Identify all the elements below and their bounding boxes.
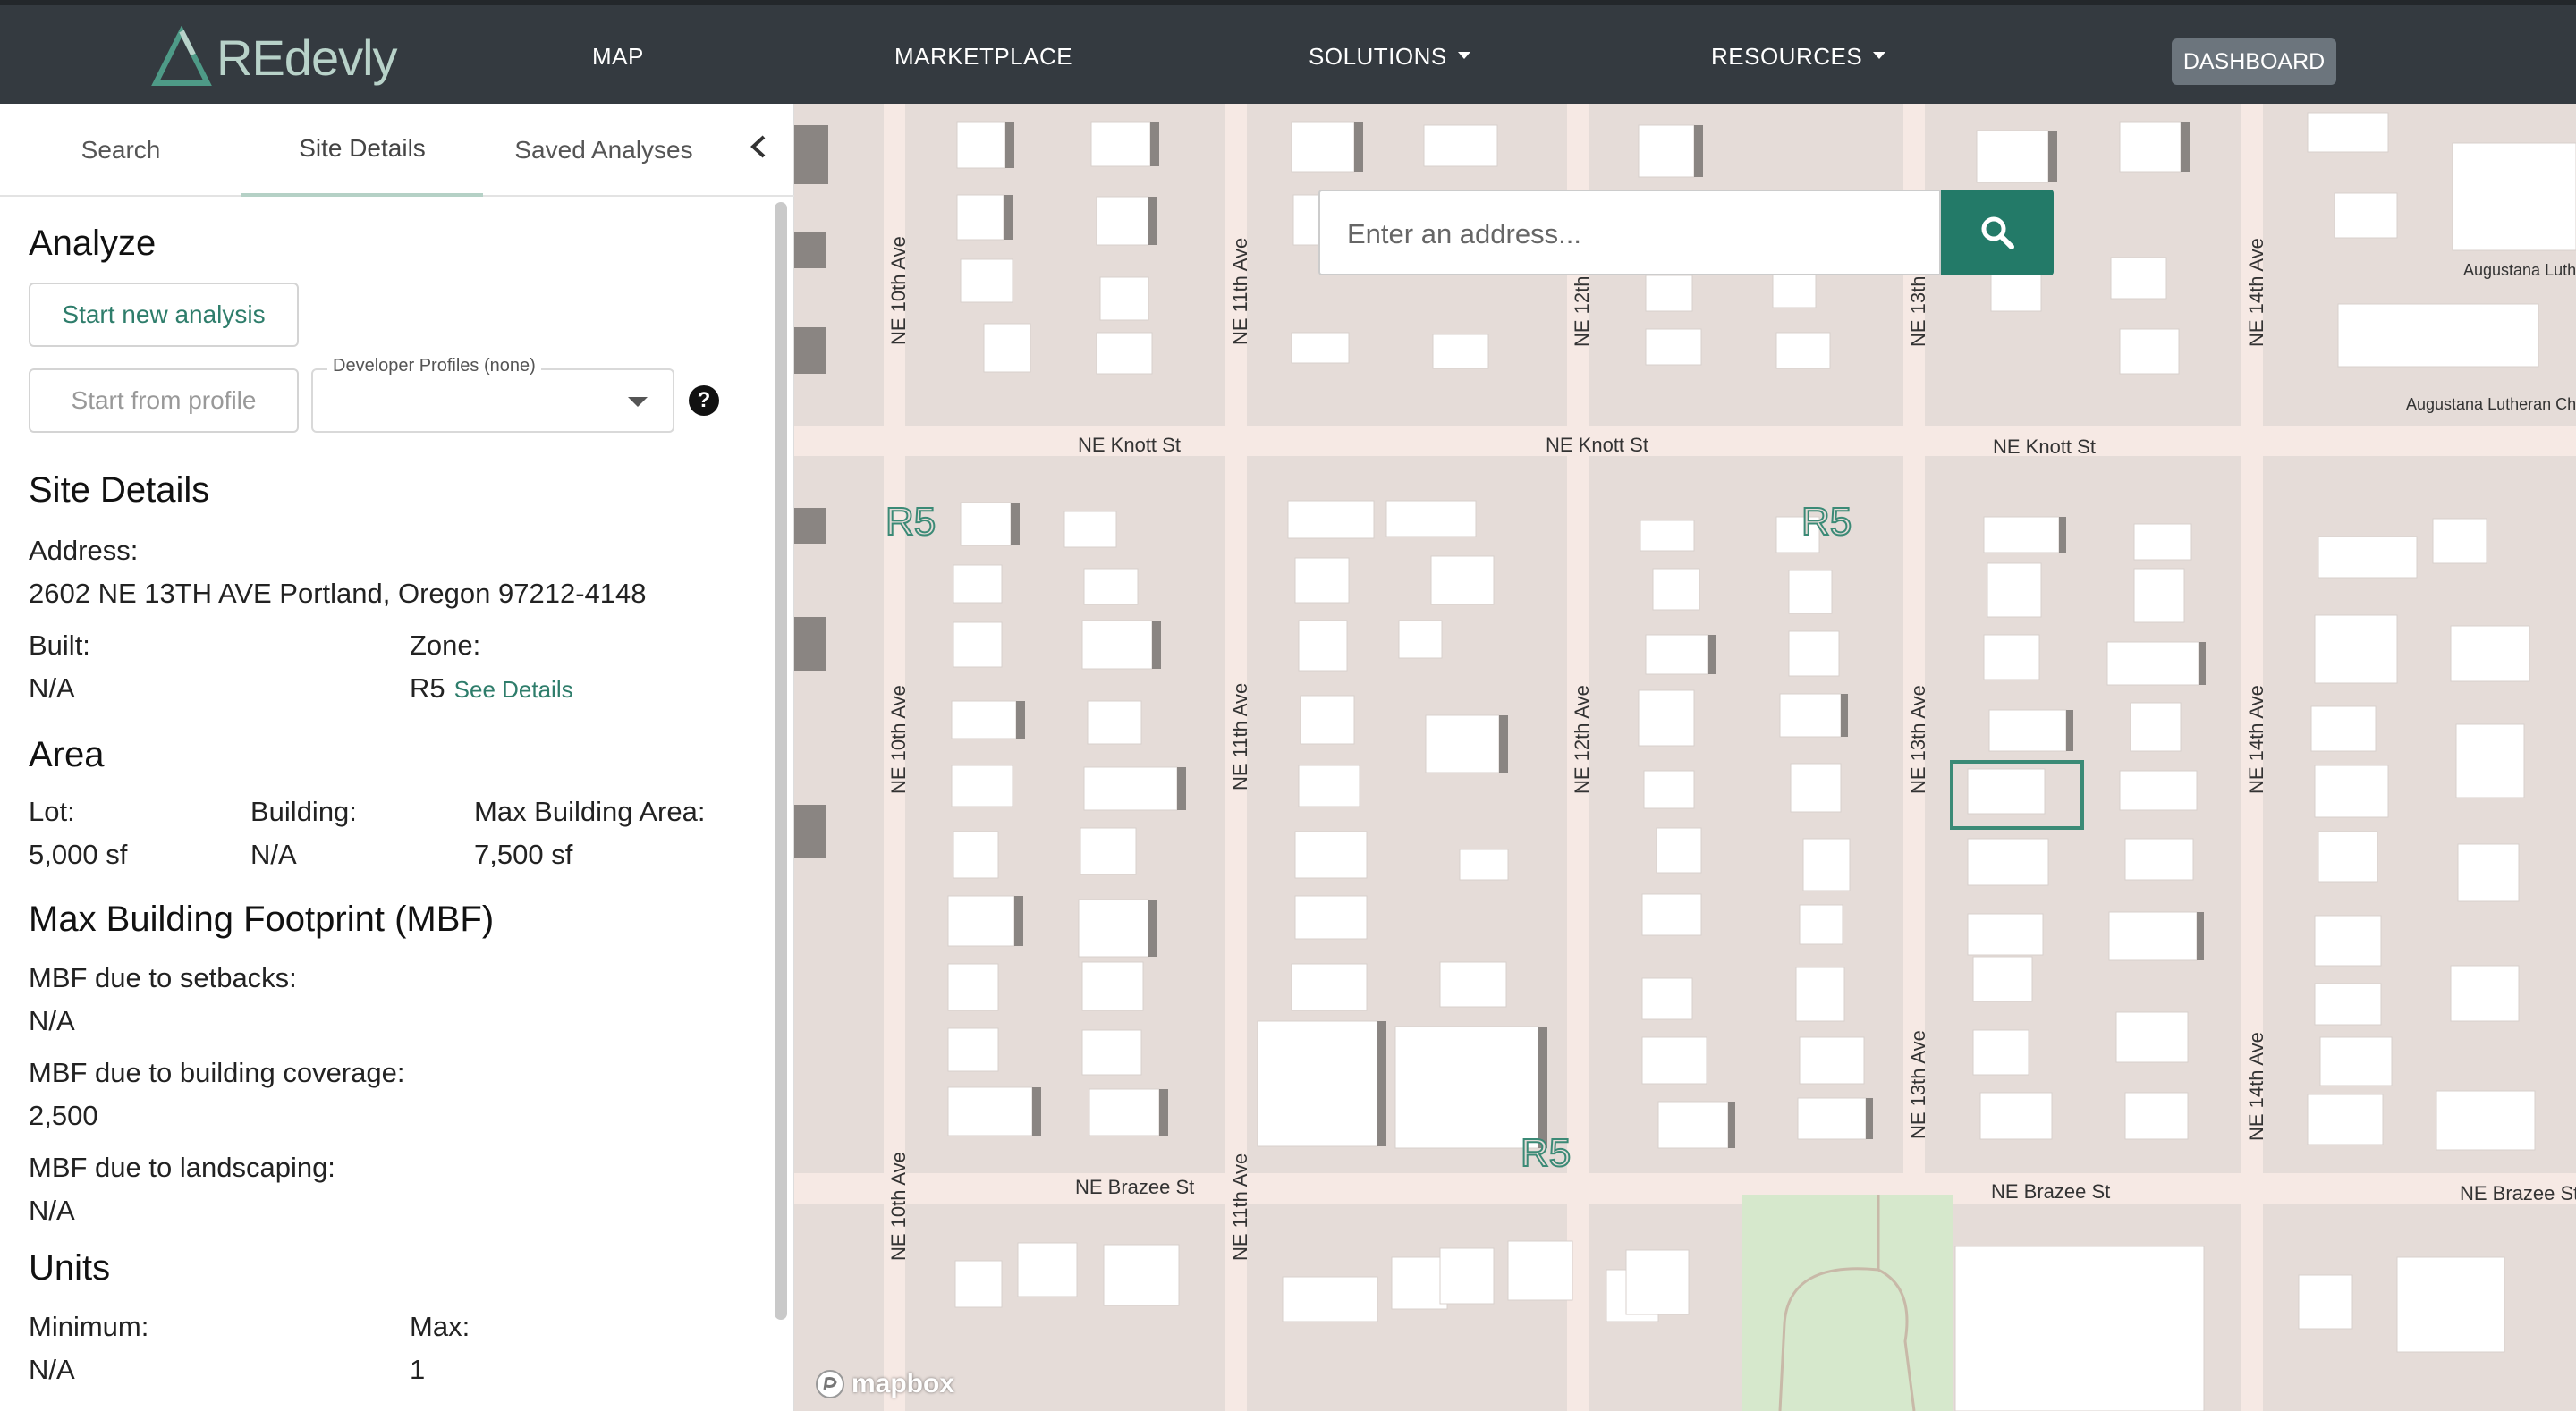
sidebar-tabs: Search Site Details Saved Analyses bbox=[0, 104, 794, 197]
nav-solutions-label: SOLUTIONS bbox=[1309, 43, 1447, 70]
zone-label: Zone: bbox=[410, 629, 481, 661]
poi-augustana-2[interactable]: Augustana Lutheran Church bbox=[2406, 395, 2576, 413]
tab-saved-analyses[interactable]: Saved Analyses bbox=[483, 104, 724, 197]
mbf-heading: Max Building Footprint (MBF) bbox=[29, 900, 495, 939]
site-details-heading: Site Details bbox=[29, 470, 210, 510]
street-label-10th-2: NE 10th Ave bbox=[887, 685, 910, 794]
nav-solutions[interactable]: SOLUTIONS bbox=[1309, 43, 1470, 71]
street-label-knott-3: NE Knott St bbox=[1993, 435, 2096, 458]
units-min-value: N/A bbox=[29, 1354, 75, 1385]
park-area bbox=[1742, 1195, 1953, 1411]
nav-marketplace[interactable]: MARKETPLACE bbox=[894, 43, 1072, 71]
lot-label: Lot: bbox=[29, 796, 75, 827]
street-label-brazee-3: NE Brazee St bbox=[2460, 1182, 2576, 1204]
mbf-coverage-value: 2,500 bbox=[29, 1100, 98, 1131]
built-label: Built: bbox=[29, 629, 90, 661]
tab-site-details[interactable]: Site Details bbox=[242, 104, 483, 197]
street-label-10th-1: NE 10th Ave bbox=[887, 236, 910, 345]
map-layer[interactable]: NE Knott St NE Knott St NE Knott St NE B… bbox=[794, 104, 2576, 1411]
logo-text: REdevly bbox=[216, 29, 398, 86]
mapbox-logo-icon bbox=[816, 1370, 844, 1398]
mbf-landscaping-value: N/A bbox=[29, 1195, 75, 1226]
sidebar-panel: Search Site Details Saved Analyses Analy… bbox=[0, 104, 794, 1411]
poi-augustana-1[interactable]: Augustana Luthera bbox=[2463, 261, 2576, 279]
zone-label-r5-3: R5 bbox=[1521, 1131, 1571, 1175]
street-label-14th-3: NE 14th Ave bbox=[2245, 1032, 2267, 1141]
lot-value: 5,000 sf bbox=[29, 839, 128, 870]
street-label-11th-2: NE 11th Ave bbox=[1229, 683, 1251, 790]
road-ne-brazee-st bbox=[794, 1173, 2576, 1204]
sidebar-scrollbar[interactable] bbox=[775, 202, 787, 1320]
street-label-11th-3: NE 11th Ave bbox=[1229, 1153, 1251, 1261]
building-label: Building: bbox=[250, 796, 357, 827]
street-label-11th-1: NE 11th Ave bbox=[1229, 238, 1251, 345]
top-navbar: REdevly MAP MARKETPLACE SOLUTIONS RESOUR… bbox=[0, 0, 2576, 104]
building-value: N/A bbox=[250, 839, 297, 870]
search-button[interactable] bbox=[1941, 190, 2054, 275]
zone-label-r5-2: R5 bbox=[1801, 500, 1852, 544]
help-icon[interactable]: ? bbox=[689, 385, 719, 416]
search-icon bbox=[1981, 216, 2014, 249]
brand-logo[interactable]: REdevly bbox=[150, 21, 398, 93]
nav-resources-label: RESOURCES bbox=[1711, 43, 1863, 70]
mbf-coverage-label: MBF due to building coverage: bbox=[29, 1057, 405, 1088]
logo-triangle-icon bbox=[151, 26, 212, 86]
address-value: 2602 NE 13TH AVE Portland, Oregon 97212-… bbox=[29, 578, 647, 609]
zone-value: R5 See Details bbox=[410, 672, 573, 705]
street-label-12th-2: NE 12th Ave bbox=[1571, 685, 1593, 794]
nav-map[interactable]: MAP bbox=[592, 43, 644, 71]
max-building-area-label: Max Building Area: bbox=[474, 796, 706, 827]
developer-profiles-label: Developer Profiles (none) bbox=[327, 356, 541, 376]
road-ne-knott-st bbox=[794, 426, 2576, 456]
chevron-down-icon bbox=[1873, 52, 1886, 60]
units-max-label: Max: bbox=[410, 1311, 470, 1342]
street-label-brazee-2: NE Brazee St bbox=[1991, 1180, 2110, 1203]
chevron-down-icon bbox=[1457, 52, 1470, 60]
zone-label-r5-1: R5 bbox=[886, 500, 936, 544]
max-building-area-value: 7,500 sf bbox=[474, 839, 573, 870]
address-search-input[interactable] bbox=[1347, 209, 1919, 259]
street-label-13th-3: NE 13th Ave bbox=[1907, 1030, 1929, 1139]
street-label-13th-2: NE 13th Ave bbox=[1907, 685, 1929, 794]
area-heading: Area bbox=[29, 735, 105, 774]
map-canvas[interactable]: NE Knott St NE Knott St NE Knott St NE B… bbox=[794, 104, 2576, 1411]
start-from-profile-button[interactable]: Start from profile bbox=[29, 368, 299, 433]
address-search-box bbox=[1318, 190, 1941, 275]
analyze-heading: Analyze bbox=[29, 224, 157, 263]
nav-resources[interactable]: RESOURCES bbox=[1711, 43, 1886, 71]
mbf-landscaping-label: MBF due to landscaping: bbox=[29, 1152, 335, 1183]
units-min-label: Minimum: bbox=[29, 1311, 149, 1342]
mapbox-text: mapbox bbox=[852, 1369, 955, 1398]
street-label-14th-1: NE 14th Ave bbox=[2245, 238, 2267, 347]
address-label: Address: bbox=[29, 535, 139, 566]
units-heading: Units bbox=[29, 1248, 111, 1288]
built-value: N/A bbox=[29, 672, 75, 704]
see-details-link[interactable]: See Details bbox=[454, 676, 573, 703]
developer-profiles-select[interactable] bbox=[311, 368, 674, 433]
units-max-value: 1 bbox=[410, 1354, 426, 1385]
street-label-knott-1: NE Knott St bbox=[1078, 434, 1181, 456]
street-label-knott-2: NE Knott St bbox=[1546, 434, 1648, 456]
mbf-setbacks-label: MBF due to setbacks: bbox=[29, 962, 297, 993]
mbf-setbacks-value: N/A bbox=[29, 1005, 75, 1036]
dashboard-button[interactable]: DASHBOARD bbox=[2172, 38, 2336, 85]
mapbox-attribution[interactable]: mapbox bbox=[814, 1368, 954, 1400]
chevron-down-icon bbox=[628, 397, 648, 407]
collapse-sidebar-icon[interactable] bbox=[748, 131, 769, 168]
zone-code: R5 bbox=[410, 672, 445, 704]
street-label-10th-3: NE 10th Ave bbox=[887, 1152, 910, 1261]
tab-search[interactable]: Search bbox=[0, 104, 242, 197]
start-new-analysis-button[interactable]: Start new analysis bbox=[29, 283, 299, 347]
street-label-14th-2: NE 14th Ave bbox=[2245, 685, 2267, 794]
street-label-brazee-1: NE Brazee St bbox=[1075, 1176, 1194, 1198]
